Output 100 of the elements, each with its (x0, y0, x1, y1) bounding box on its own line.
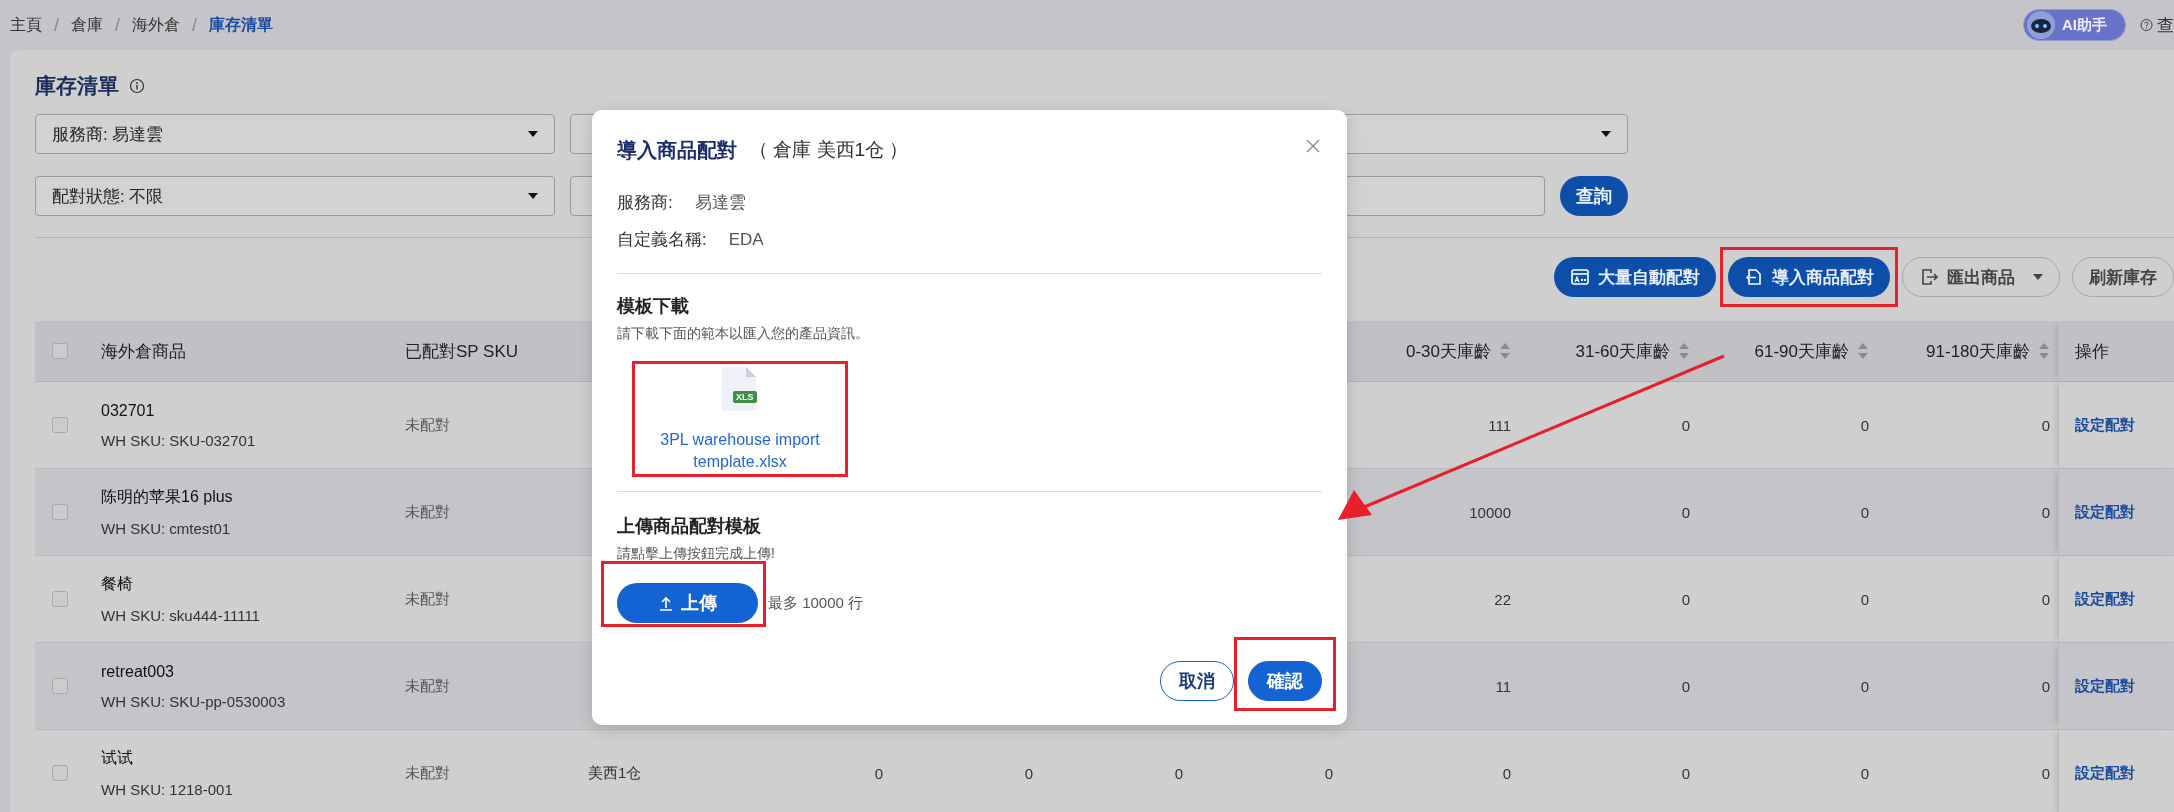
upload-button[interactable]: 上傳 (617, 583, 758, 623)
table-cell: 0 (2041, 590, 2050, 608)
table-cell: 0 (1860, 764, 1869, 782)
mapping-status: 未配對 (405, 415, 450, 435)
product-name: retreat003 (101, 662, 174, 681)
file-download-link[interactable]: 3PL warehouse import template.xlsx (640, 429, 840, 473)
breadcrumb-separator: / (115, 14, 121, 36)
table-cell: 0 (1860, 590, 1869, 608)
robot-icon (2026, 10, 2056, 40)
upload-icon (658, 595, 673, 611)
dialog-subtitle: （ 倉庫 美西1仓 ） (749, 138, 909, 162)
breadcrumb-link[interactable]: 庫存清單 (209, 14, 274, 36)
section-description: 請下載下面的範本以匯入您的產品資訊。 (617, 324, 870, 343)
table-cell: 0 (1024, 764, 1033, 782)
set-mapping-link[interactable]: 設定配對 (2075, 676, 2135, 696)
section-heading: 模板下載 (617, 295, 690, 318)
mapping-status: 未配對 (405, 502, 450, 522)
checkbox[interactable] (52, 591, 68, 607)
column-header: 91-180天庫齡 (1926, 340, 2030, 363)
product-name: 试试 (101, 748, 133, 768)
toolbar-button[interactable]: 大量自動配對 (1554, 257, 1716, 297)
product-name: 陈明的苹果16 plus (101, 487, 233, 507)
set-mapping-link[interactable]: 設定配對 (2075, 589, 2135, 609)
table-cell: 0 (2041, 764, 2050, 782)
table-cell: 0 (1860, 416, 1869, 434)
table-cell: 0 (1502, 764, 1511, 782)
table-cell: 0 (1681, 764, 1690, 782)
table-cell: 111 (1488, 416, 1511, 434)
table-cell: 0 (1174, 764, 1183, 782)
cancel-button[interactable]: 取消 (1160, 661, 1234, 701)
table-cell: 0 (2041, 503, 2050, 521)
help-link[interactable]: 查 (2140, 13, 2174, 37)
mapping-status: 未配對 (405, 763, 450, 783)
query-button[interactable]: 查詢 (1560, 176, 1628, 216)
column-header: 已配對SP SKU (405, 340, 519, 363)
toolbar-button[interactable]: 刷新庫存 (2072, 257, 2174, 297)
product-sku: WH SKU: SKU-pp-0530003 (101, 692, 286, 710)
mapping-status: 未配對 (405, 676, 450, 696)
product-name: 餐椅 (101, 574, 133, 594)
checkbox[interactable] (52, 417, 68, 433)
set-mapping-link[interactable]: 設定配對 (2075, 415, 2135, 435)
product-sku: WH SKU: cmtest01 (101, 520, 231, 537)
checkbox[interactable] (52, 504, 68, 520)
caret-icon (528, 131, 538, 137)
breadcrumb-link[interactable]: 海外倉 (132, 14, 181, 36)
toolbar-button[interactable]: 匯出商品 (1902, 257, 2060, 297)
caret-icon (1601, 131, 1611, 137)
breadcrumb-separator: / (192, 14, 198, 36)
field-value: EDA (728, 229, 764, 251)
table-cell: 0 (1681, 503, 1690, 521)
breadcrumb-link[interactable]: 倉庫 (71, 14, 103, 36)
table-cell: 美西1仓 (588, 763, 642, 783)
file-export-icon (1919, 267, 1939, 287)
set-mapping-link[interactable]: 設定配對 (2075, 763, 2135, 783)
table-cell: 0 (2041, 416, 2050, 434)
column-header: 海外倉商品 (101, 340, 186, 363)
column-header: 0-30天庫齡 (1405, 340, 1491, 363)
mapping-status: 未配對 (405, 589, 450, 609)
checkbox[interactable] (52, 343, 68, 359)
table-icon (1570, 267, 1590, 287)
row-limit-note: 最多 10000 行 (768, 593, 864, 613)
table-cell: 0 (1681, 590, 1690, 608)
column-header: 操作 (2075, 340, 2109, 363)
column-header: 61-90天庫齡 (1754, 340, 1849, 363)
product-name: 032701 (101, 401, 155, 420)
column-header: 31-60天庫齡 (1575, 340, 1670, 363)
checkbox[interactable] (52, 765, 68, 781)
set-mapping-link[interactable]: 設定配對 (2075, 502, 2135, 522)
checkbox[interactable] (52, 678, 68, 694)
section-heading: 上傳商品配對模板 (617, 515, 762, 538)
field-value: 易達雲 (694, 192, 746, 214)
breadcrumb-link[interactable]: 主頁 (10, 14, 42, 36)
section-description: 請點擊上傳按鈕完成上傳! (617, 544, 776, 563)
page-title: 庫存清單 (35, 73, 119, 99)
table-cell: 0 (874, 764, 883, 782)
close-icon (1305, 138, 1321, 154)
info-icon (129, 78, 145, 94)
field-label: 服務商: (617, 192, 673, 214)
product-sku: WH SKU: 1218-001 (101, 781, 233, 798)
table-cell: 0 (1681, 416, 1690, 434)
table-cell: 0 (1860, 503, 1869, 521)
table-cell: 22 (1494, 590, 1511, 608)
table-cell: 0 (2041, 677, 2050, 695)
table-cell: 0 (1324, 764, 1333, 782)
table-cell: 0 (1860, 677, 1869, 695)
caret-icon (528, 193, 538, 199)
dialog-title: 導入商品配對 (617, 137, 737, 163)
file-arrow-icon (1744, 267, 1764, 287)
table-cell: 11 (1495, 677, 1511, 695)
select-field[interactable]: 配對狀態: 不限 (35, 176, 555, 216)
product-sku: WH SKU: sku444-11111 (101, 607, 260, 624)
confirm-button[interactable]: 確認 (1248, 661, 1322, 701)
field-label: 自定義名稱: (617, 229, 707, 251)
table-cell: 10000 (1469, 503, 1511, 521)
toolbar-button[interactable]: 導入商品配對 (1728, 257, 1890, 297)
select-field[interactable]: 服務商: 易達雲 (35, 114, 555, 154)
product-sku: WH SKU: SKU-032701 (101, 431, 256, 449)
assistant-button[interactable]: AI助手 (2023, 9, 2126, 41)
table-cell: 0 (1681, 677, 1690, 695)
breadcrumb-separator: / (54, 14, 59, 36)
